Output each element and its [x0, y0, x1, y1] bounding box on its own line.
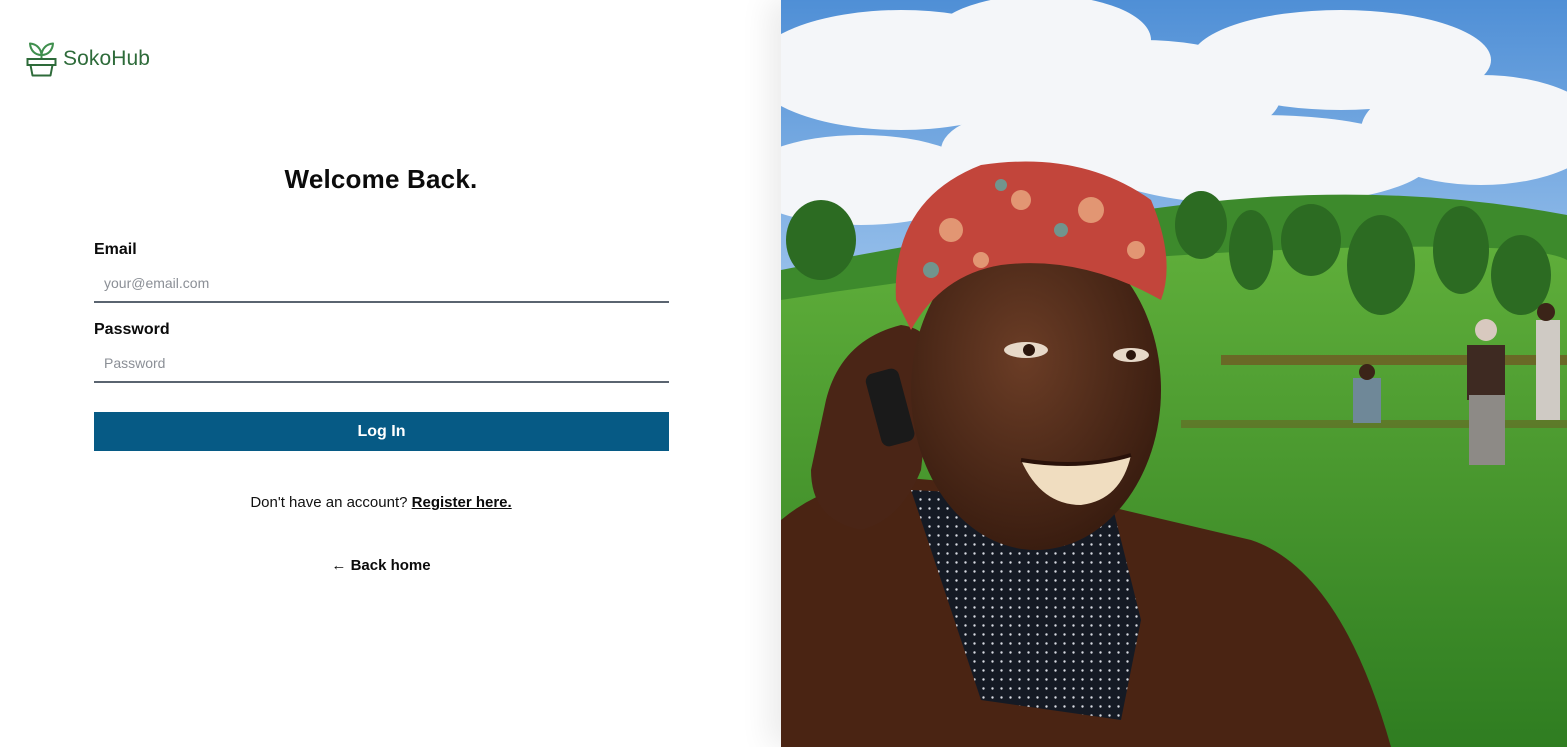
back-arrow-icon: ← [331, 557, 347, 574]
back-home-label: Back home [350, 557, 431, 574]
email-label: Email [94, 241, 137, 258]
login-button[interactable]: Log In [94, 412, 669, 451]
brand-logo[interactable]: SokoHub [26, 41, 150, 77]
register-prompt: Don't have an account? [250, 494, 408, 511]
password-field[interactable] [94, 345, 669, 383]
login-panel: SokoHub Welcome Back. Email Password Log… [0, 0, 781, 747]
hero-photo [781, 0, 1567, 747]
brand-name: SokoHub [63, 47, 151, 70]
page-title: Welcome Back. [284, 164, 478, 194]
register-link[interactable]: Register here. [412, 494, 512, 511]
plant-pot-icon [26, 42, 57, 77]
email-field[interactable] [94, 265, 669, 303]
hero-image-panel [781, 0, 1567, 747]
password-label: Password [94, 321, 170, 338]
back-home-link[interactable]: ← Back home [0, 557, 762, 574]
register-prompt-line: Don't have an account? Register here. [0, 494, 762, 511]
